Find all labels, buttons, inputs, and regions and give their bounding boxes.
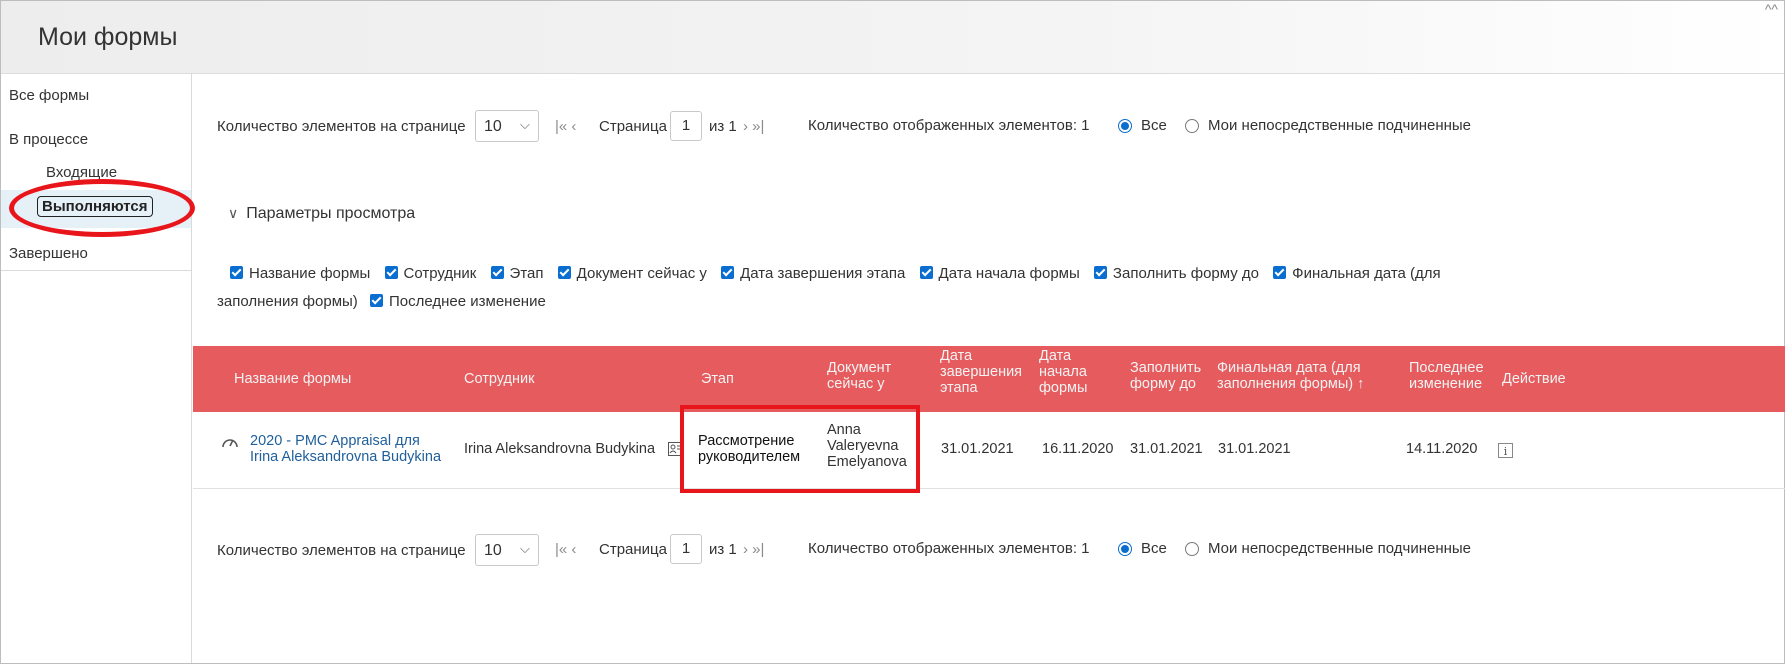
collapse-icon[interactable]: ^^ <box>1765 1 1778 17</box>
column-options-line-1: Название формы Сотрудник Этап Документ с… <box>230 265 1451 282</box>
col-last-change[interactable]: Последнее изменение <box>1409 360 1484 392</box>
col-employee[interactable]: Сотрудник <box>464 371 534 387</box>
page-label: Страница <box>599 541 667 558</box>
table-header: Название формы Сотрудник Этап Документ се… <box>193 346 1785 412</box>
start-date-value: 16.11.2020 <box>1042 441 1114 457</box>
chevron-down-icon: ⌵ <box>520 541 530 556</box>
stage-end-value: 31.01.2021 <box>941 441 1014 457</box>
page-input[interactable]: 1 <box>670 534 702 564</box>
column-option-final-date[interactable]: Финальная дата (для <box>1273 265 1441 282</box>
column-option-start-date[interactable]: Дата начала формы <box>919 265 1080 282</box>
checkbox-checked-icon[interactable] <box>721 266 735 279</box>
filter-direct-label: Мои непосредственные подчиненные <box>1208 540 1472 557</box>
sidebar-item-in-progress[interactable]: В процессе <box>9 131 88 148</box>
col-stage[interactable]: Этап <box>701 371 734 387</box>
column-option-fill-by[interactable]: Заполнить форму до <box>1093 265 1259 282</box>
info-icon[interactable]: i <box>1498 443 1513 458</box>
next-last-page-icon[interactable]: › »| <box>743 541 764 558</box>
next-last-page-icon[interactable]: › »| <box>743 118 764 135</box>
col-doc-holder[interactable]: Документ сейчас у <box>827 360 891 392</box>
checkbox-checked-icon[interactable] <box>1273 266 1287 279</box>
employee-name: Irina Aleksandrovna Budykina <box>464 441 656 457</box>
sidebar-item-all-forms[interactable]: Все формы <box>9 87 89 104</box>
column-option-stage[interactable]: Этап <box>490 265 544 282</box>
first-prev-page-icon[interactable]: |« ‹ <box>555 118 576 135</box>
radio-all[interactable] <box>1118 542 1132 556</box>
page-of-label: из 1 <box>709 118 737 135</box>
displayed-count: Количество отображенных элементов: 1 <box>808 540 1090 557</box>
annotation-ellipse <box>9 179 195 237</box>
col-form-name[interactable]: Название формы <box>234 371 351 387</box>
checkbox-checked-icon[interactable] <box>369 294 383 307</box>
checkbox-checked-icon[interactable] <box>557 266 571 279</box>
page-header: Мои формы ^^ <box>1 1 1784 74</box>
column-option-doc-holder[interactable]: Документ сейчас у <box>557 265 707 282</box>
final-date-value: 31.01.2021 <box>1218 441 1291 457</box>
checkbox-checked-icon[interactable] <box>919 266 933 279</box>
column-option-final-date-cont: заполнения формы) <box>217 293 358 310</box>
items-per-page-label: Количество элементов на странице <box>217 118 466 135</box>
filter-direct-label: Мои непосредственные подчиненные <box>1208 117 1472 134</box>
filter-all-label: Все <box>1141 540 1167 557</box>
radio-direct-reports[interactable] <box>1185 119 1199 133</box>
table-row: 2020 - PMC Appraisal для Irina Aleksandro… <box>193 412 1785 489</box>
checkbox-checked-icon[interactable] <box>490 266 504 279</box>
radio-all[interactable] <box>1118 119 1132 133</box>
fill-by-value: 31.01.2021 <box>1130 441 1203 457</box>
displayed-count: Количество отображенных элементов: 1 <box>808 117 1090 134</box>
items-per-page-value: 10 <box>484 118 502 135</box>
col-stage-end[interactable]: Дата завершения этапа <box>940 348 1022 396</box>
col-fill-by[interactable]: Заполнить форму до <box>1130 360 1201 392</box>
checkbox-checked-icon[interactable] <box>230 266 243 279</box>
page-of-label: из 1 <box>709 541 737 558</box>
items-per-page-select[interactable]: 10 ⌵ <box>475 534 539 566</box>
radio-direct-reports[interactable] <box>1185 542 1199 556</box>
sidebar: Все формы В процессе Входящие Завершено <box>1 74 192 663</box>
sidebar-item-completed[interactable]: Завершено <box>9 245 88 262</box>
chevron-down-icon: ⌵ <box>520 117 530 132</box>
items-per-page-value: 10 <box>484 542 502 559</box>
form-name-link[interactable]: 2020 - PMC Appraisal для Irina Aleksandro… <box>250 433 441 465</box>
window-frame <box>0 0 1785 664</box>
sidebar-divider <box>1 270 191 271</box>
page-input[interactable]: 1 <box>670 111 702 141</box>
column-option-form-name[interactable]: Название формы <box>230 265 370 282</box>
column-option-stage-end[interactable]: Дата завершения этапа <box>721 265 905 282</box>
column-option-employee[interactable]: Сотрудник <box>384 265 476 282</box>
gauge-icon <box>222 439 238 448</box>
items-per-page-label: Количество элементов на странице <box>217 542 466 559</box>
filter-all-label: Все <box>1141 117 1167 134</box>
page-title: Мои формы <box>38 23 178 51</box>
annotation-rectangle <box>680 405 920 493</box>
column-option-last-change[interactable]: Последнее изменение <box>369 293 546 310</box>
checkbox-checked-icon[interactable] <box>1093 266 1107 279</box>
column-options-line-2: заполнения формы) Последнее изменение <box>217 293 556 310</box>
col-actions: Действие <box>1502 371 1566 387</box>
first-prev-page-icon[interactable]: |« ‹ <box>555 541 576 558</box>
items-per-page-select[interactable]: 10 ⌵ <box>475 110 539 142</box>
view-params-label: Параметры просмотра <box>246 205 416 222</box>
col-start-date[interactable]: Дата начала формы <box>1039 348 1087 396</box>
view-params-toggle[interactable]: ∨ Параметры просмотра <box>228 205 415 223</box>
chevron-down-icon: ∨ <box>228 205 239 221</box>
last-change-value: 14.11.2020 <box>1406 441 1478 457</box>
page-label: Страница <box>599 118 667 135</box>
col-final-date[interactable]: Финальная дата (для заполнения формы) ↑ <box>1217 360 1364 392</box>
checkbox-checked-icon[interactable] <box>384 266 398 279</box>
